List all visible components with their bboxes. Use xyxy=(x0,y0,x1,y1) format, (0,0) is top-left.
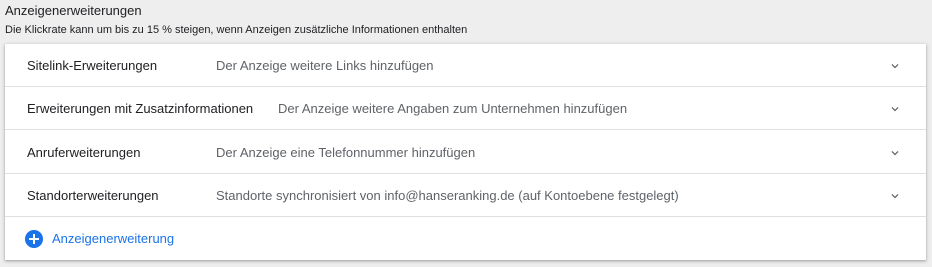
chevron-down-icon[interactable] xyxy=(888,189,902,203)
extension-label: Standorterweiterungen xyxy=(27,188,159,203)
extension-row-call[interactable]: Anruferweiterungen Der Anzeige eine Tele… xyxy=(5,131,926,174)
section-subtitle: Die Klickrate kann um bis zu 15 % steige… xyxy=(5,24,468,36)
extensions-card: Sitelink-Erweiterungen Der Anzeige weite… xyxy=(5,44,926,260)
extension-label: Erweiterungen mit Zusatzinformationen xyxy=(27,101,254,116)
extension-description: Der Anzeige eine Telefonnummer hinzufüge… xyxy=(216,145,476,160)
add-extension-label: Anzeigenerweiterung xyxy=(52,231,175,246)
add-circle-icon xyxy=(25,230,43,248)
extension-row-callout[interactable]: Erweiterungen mit Zusatzinformationen De… xyxy=(5,87,926,130)
extension-row-location[interactable]: Standorterweiterungen Standorte synchron… xyxy=(5,174,926,217)
chevron-down-icon[interactable] xyxy=(888,146,902,160)
extension-row-sitelink[interactable]: Sitelink-Erweiterungen Der Anzeige weite… xyxy=(5,44,926,87)
chevron-down-icon[interactable] xyxy=(888,59,902,73)
extension-description: Der Anzeige weitere Angaben zum Unterneh… xyxy=(278,101,628,116)
extension-description: Der Anzeige weitere Links hinzufügen xyxy=(216,58,434,73)
extension-label: Sitelink-Erweiterungen xyxy=(27,58,158,73)
extension-description: Standorte synchronisiert von info@hanser… xyxy=(216,188,679,203)
extension-label: Anruferweiterungen xyxy=(27,145,141,160)
add-extension-button[interactable]: Anzeigenerweiterung xyxy=(5,217,926,260)
section-title: Anzeigenerweiterungen xyxy=(5,3,142,18)
chevron-down-icon[interactable] xyxy=(888,102,902,116)
